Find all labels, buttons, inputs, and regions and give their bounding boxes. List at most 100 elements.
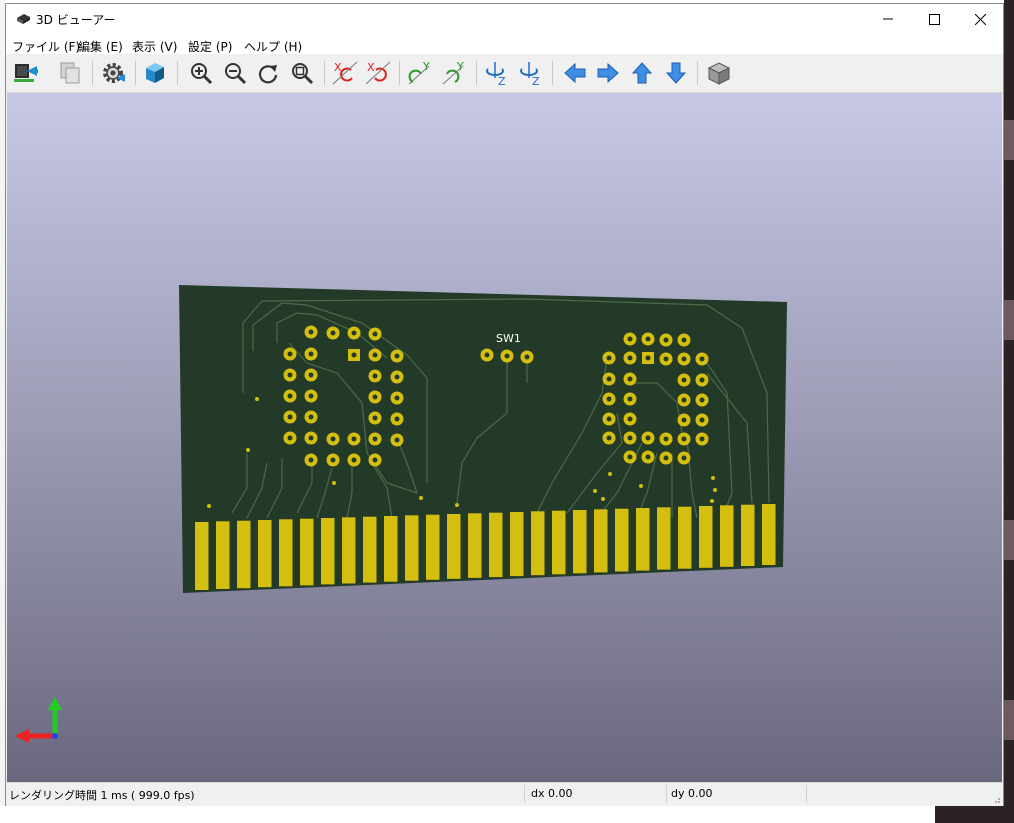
rotate-y-cw-button[interactable]: Y: [407, 59, 435, 87]
rotate-x-cw-button[interactable]: X: [331, 59, 359, 87]
pad-hole: [627, 376, 633, 382]
pad-hole: [372, 415, 378, 421]
pad-hole: [699, 397, 705, 403]
pad-hole: [372, 394, 378, 400]
pad-hole: [351, 330, 357, 336]
pad-hole: [484, 352, 490, 358]
pad-hole: [606, 355, 612, 361]
menu-preferences[interactable]: 設定 (P): [188, 38, 232, 55]
pad-hole: [606, 416, 612, 422]
pad-hole: [287, 393, 293, 399]
pcb-board-render: SW1: [15, 285, 787, 743]
close-button[interactable]: [957, 4, 1003, 34]
pad-hole: [308, 435, 314, 441]
pad-hole: [627, 454, 633, 460]
pad-hole: [681, 356, 687, 362]
pad-hole: [287, 414, 293, 420]
rotate-z-ccw-button[interactable]: Z: [517, 59, 545, 87]
copy-image-button[interactable]: [56, 59, 84, 87]
zoom-fit-icon: [292, 63, 314, 85]
gold-finger: [321, 518, 335, 585]
gold-finger: [237, 520, 251, 589]
gold-finger: [342, 517, 356, 584]
minimize-button[interactable]: [865, 4, 911, 34]
pad-hole: [308, 457, 314, 463]
raytracing-button[interactable]: [141, 59, 169, 87]
zoom-in-button[interactable]: [187, 59, 215, 87]
pan-left-button[interactable]: [561, 59, 589, 87]
menu-file[interactable]: ファイル (F): [12, 38, 80, 55]
pad-hole: [394, 353, 400, 359]
pad-hole: [606, 435, 612, 441]
reload-board-icon: [14, 64, 38, 82]
reload-board-button[interactable]: [12, 59, 40, 87]
pad-hole: [606, 396, 612, 402]
pad-hole: [645, 435, 651, 441]
pad-hole: [351, 457, 357, 463]
pad-hole: [681, 377, 687, 383]
zoom-fit-button[interactable]: [288, 59, 316, 87]
gold-finger: [468, 513, 482, 578]
gold-finger: [552, 510, 566, 575]
rotate-x-ccw-button[interactable]: X: [364, 59, 392, 87]
axis-indicator-icon: [15, 697, 62, 743]
ortho-projection-button[interactable]: [705, 59, 733, 87]
pan-right-button[interactable]: [594, 59, 622, 87]
rotate-x-ccw-icon: X: [365, 61, 391, 85]
window-title: 3D ビューアー: [36, 13, 116, 27]
pad-hole: [287, 351, 293, 357]
toolbar: X X Y Y Z Z: [6, 54, 1003, 93]
pad-hole: [524, 354, 530, 360]
pad-hole: [308, 393, 314, 399]
rotate-z-ccw-icon: Z: [520, 62, 540, 86]
pad-hole: [372, 436, 378, 442]
gold-finger: [741, 504, 755, 566]
gold-finger: [279, 519, 293, 587]
pad-hole: [330, 457, 336, 463]
redraw-button[interactable]: [254, 59, 282, 87]
gold-finger: [489, 512, 503, 578]
gold-finger: [636, 508, 650, 571]
resize-grip-icon[interactable]: [991, 794, 1001, 804]
pan-down-button[interactable]: [662, 59, 690, 87]
3d-viewport[interactable]: SW1: [7, 93, 1002, 782]
pad-hole: [645, 454, 651, 460]
desktop-bottom-edge: [0, 806, 1004, 823]
raytracing-cube-icon: [146, 63, 164, 83]
zoom-out-button[interactable]: [221, 59, 249, 87]
close-icon: [974, 13, 986, 25]
menu-edit[interactable]: 編集 (E): [78, 38, 123, 55]
zoom-out-icon: [225, 63, 247, 85]
rotate-y-ccw-button[interactable]: Y: [441, 59, 469, 87]
pad-hole: [394, 437, 400, 443]
gold-finger: [762, 504, 776, 565]
pad-hole: [663, 356, 669, 362]
menu-view[interactable]: 表示 (V): [132, 38, 177, 55]
svg-text:X: X: [367, 61, 375, 74]
rotate-z-cw-icon: Z: [486, 62, 506, 86]
menu-help[interactable]: ヘルプ (H): [244, 38, 302, 55]
pad-hole: [330, 436, 336, 442]
svg-text:Z: Z: [498, 75, 506, 86]
title-bar: 3D ビューアー: [6, 4, 1003, 34]
pad-hole: [351, 352, 357, 358]
chip-app-icon: [17, 14, 30, 24]
settings-button[interactable]: [99, 59, 127, 87]
pan-up-button[interactable]: [628, 59, 656, 87]
maximize-button[interactable]: [911, 4, 957, 34]
render-time-status: レンダリング時間 1 ms ( 999.0 fps): [9, 789, 195, 802]
pad-hole: [394, 416, 400, 422]
pad-hole: [681, 455, 687, 461]
gold-finger: [384, 516, 398, 582]
pan-down-icon: [665, 62, 687, 84]
gold-finger: [699, 506, 713, 568]
gold-finger: [657, 507, 671, 570]
sw1-silkscreen-label: SW1: [496, 332, 521, 345]
pad-hole: [681, 337, 687, 343]
minimize-icon: [883, 18, 893, 20]
pad-hole: [681, 397, 687, 403]
rotate-z-cw-button[interactable]: Z: [483, 59, 511, 87]
dy-status: dy 0.00: [671, 787, 713, 800]
gold-finger: [258, 520, 272, 588]
pan-left-icon: [564, 62, 586, 84]
